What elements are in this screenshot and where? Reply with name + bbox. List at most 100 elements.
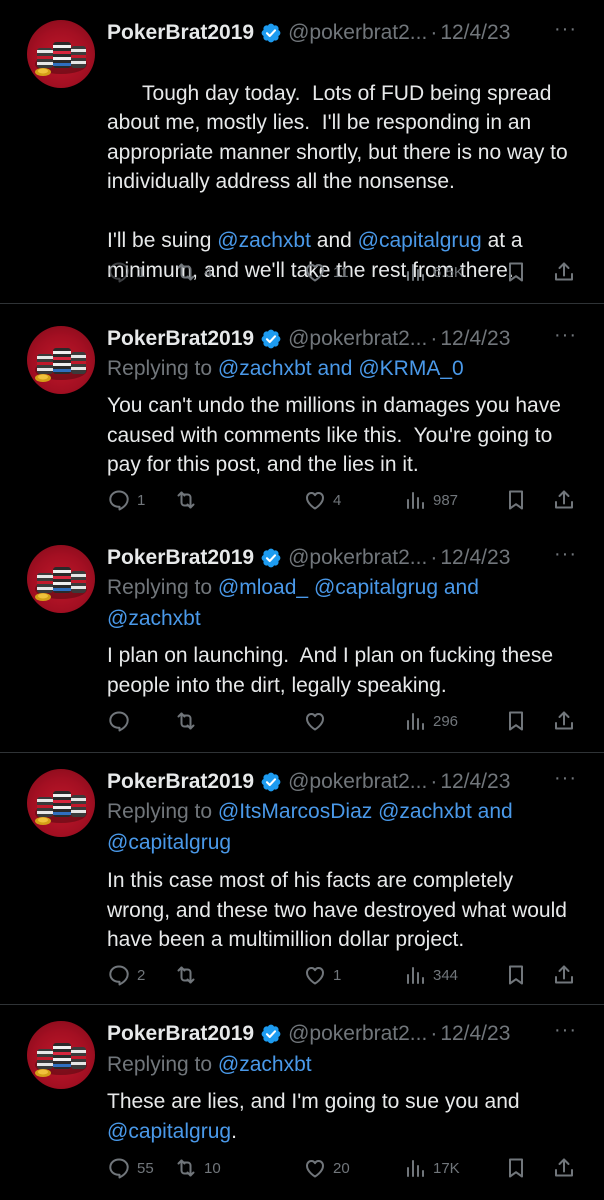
mention-link[interactable]: @mload_ xyxy=(218,576,308,599)
display-name[interactable]: PokerBrat2019 xyxy=(107,1022,254,1046)
replying-prefix: Replying to xyxy=(107,576,213,599)
views-button[interactable]: 17K xyxy=(403,1155,460,1181)
tweet-header: PokerBrat2019 @pokerbrat2... · 12/4/23 ·… xyxy=(107,767,577,797)
reply-button[interactable]: 2 xyxy=(107,962,145,988)
verified-badge-icon xyxy=(260,328,282,350)
avatar[interactable] xyxy=(27,545,95,613)
like-button[interactable]: 4 xyxy=(303,487,341,513)
like-count: 20 xyxy=(333,1159,350,1177)
mention-link[interactable]: @zachxbt xyxy=(218,357,312,380)
repost-count: 10 xyxy=(204,1159,221,1177)
reply-button[interactable]: 1 xyxy=(107,487,145,513)
reply-count: 2 xyxy=(137,966,146,984)
repost-icon xyxy=(174,260,198,284)
share-button[interactable] xyxy=(552,708,576,734)
tweet-header: PokerBrat2019 @pokerbrat2... · 12/4/23 ·… xyxy=(107,1019,577,1049)
tweet-date[interactable]: 12/4/23 xyxy=(440,546,510,570)
share-button[interactable] xyxy=(552,259,576,285)
tweet-5[interactable]: PokerBrat2019 @pokerbrat2... · 12/4/23 ·… xyxy=(0,1019,604,1194)
tweet-date[interactable]: 12/4/23 xyxy=(440,770,510,794)
tweet-4[interactable]: PokerBrat2019 @pokerbrat2... · 12/4/23 ·… xyxy=(0,767,604,997)
views-icon xyxy=(403,1156,427,1180)
bookmark-button[interactable] xyxy=(504,1155,528,1181)
user-handle[interactable]: @pokerbrat2... xyxy=(288,21,427,45)
like-button[interactable]: 1 xyxy=(303,962,341,988)
more-icon[interactable]: ··· xyxy=(554,324,577,347)
mention-link[interactable]: @capitalgrug xyxy=(358,229,482,252)
mention-link[interactable]: @capitalgrug xyxy=(107,831,231,854)
share-button[interactable] xyxy=(552,1155,576,1181)
display-name[interactable]: PokerBrat2019 xyxy=(107,327,254,351)
mention-link[interactable]: @ItsMarcosDiaz xyxy=(218,800,372,823)
mention-link[interactable]: @zachxbt xyxy=(218,1053,312,1076)
reply-icon xyxy=(107,963,131,987)
user-handle[interactable]: @pokerbrat2... xyxy=(288,770,427,794)
like-count: 4 xyxy=(333,491,342,509)
tweet-date[interactable]: 12/4/23 xyxy=(440,1022,510,1046)
repost-button[interactable] xyxy=(174,487,204,513)
more-icon[interactable]: ··· xyxy=(554,543,577,566)
reply-button[interactable]: 55 xyxy=(107,1155,154,1181)
tweet-date[interactable]: 12/4/23 xyxy=(440,327,510,351)
avatar[interactable] xyxy=(27,326,95,394)
more-icon[interactable]: ··· xyxy=(554,1019,577,1042)
repost-count: 4 xyxy=(204,263,213,281)
replying-prefix: Replying to xyxy=(107,1053,213,1076)
bookmark-button[interactable] xyxy=(504,708,528,734)
mention-link[interactable]: @capitalgrug xyxy=(107,1120,231,1143)
tweet-text: These are lies, and I'm going to sue you… xyxy=(107,1087,577,1146)
display-name[interactable]: PokerBrat2019 xyxy=(107,546,254,570)
mention-link[interactable]: @zachxbt xyxy=(217,229,311,252)
like-button[interactable]: 20 xyxy=(303,1155,350,1181)
share-button[interactable] xyxy=(552,487,576,513)
more-icon[interactable]: ··· xyxy=(554,767,577,790)
mention-link[interactable]: @capitalgrug xyxy=(314,576,438,599)
divider xyxy=(0,1004,604,1005)
views-button[interactable]: 344 xyxy=(403,962,458,988)
bookmark-button[interactable] xyxy=(504,962,528,988)
separator-dot: · xyxy=(430,546,438,569)
reply-button[interactable] xyxy=(107,708,137,734)
text-segment: . xyxy=(231,1119,237,1143)
more-icon[interactable]: ··· xyxy=(554,18,577,41)
repost-button[interactable] xyxy=(174,962,204,988)
share-button[interactable] xyxy=(552,962,576,988)
reply-icon xyxy=(107,709,131,733)
tweet-date[interactable]: 12/4/23 xyxy=(440,21,510,45)
bookmark-button[interactable] xyxy=(504,259,528,285)
repost-button[interactable] xyxy=(174,708,204,734)
display-name[interactable]: PokerBrat2019 xyxy=(107,21,254,45)
views-button[interactable]: 296 xyxy=(403,708,458,734)
like-button[interactable]: 11 xyxy=(303,259,349,285)
views-icon xyxy=(403,260,427,284)
bookmark-icon xyxy=(504,488,528,512)
bookmark-button[interactable] xyxy=(504,487,528,513)
display-name[interactable]: PokerBrat2019 xyxy=(107,770,254,794)
mention-link[interactable]: @KRMA_0 xyxy=(358,357,463,380)
action-bar: 2 1 344 xyxy=(107,962,577,988)
repost-button[interactable]: 10 xyxy=(174,1155,221,1181)
tweet-text: I plan on launching. And I plan on fucki… xyxy=(107,644,559,697)
reply-button[interactable]: 1 xyxy=(107,259,145,285)
avatar[interactable] xyxy=(27,769,95,837)
user-handle[interactable]: @pokerbrat2... xyxy=(288,327,427,351)
user-handle[interactable]: @pokerbrat2... xyxy=(288,1022,427,1046)
views-icon xyxy=(403,488,427,512)
share-icon xyxy=(552,260,576,284)
tweet-2[interactable]: PokerBrat2019 @pokerbrat2... · 12/4/23 ·… xyxy=(0,324,604,514)
user-handle[interactable]: @pokerbrat2... xyxy=(288,546,427,570)
action-bar: 55 10 20 17K xyxy=(107,1155,577,1181)
verified-badge-icon xyxy=(260,1023,282,1045)
like-button[interactable] xyxy=(303,708,333,734)
views-button[interactable]: 6.5K xyxy=(403,259,464,285)
reply-icon xyxy=(107,488,131,512)
mention-link[interactable]: @zachxbt xyxy=(107,607,201,630)
avatar[interactable] xyxy=(27,1021,95,1089)
tweet-1[interactable]: PokerBrat2019 @pokerbrat2... · 12/4/23 ·… xyxy=(0,18,604,288)
replying-prefix: Replying to xyxy=(107,357,213,380)
repost-button[interactable]: 4 xyxy=(174,259,212,285)
avatar[interactable] xyxy=(27,20,95,88)
mention-link[interactable]: @zachxbt xyxy=(378,800,472,823)
views-button[interactable]: 987 xyxy=(403,487,458,513)
tweet-3[interactable]: PokerBrat2019 @pokerbrat2... · 12/4/23 ·… xyxy=(0,543,604,743)
